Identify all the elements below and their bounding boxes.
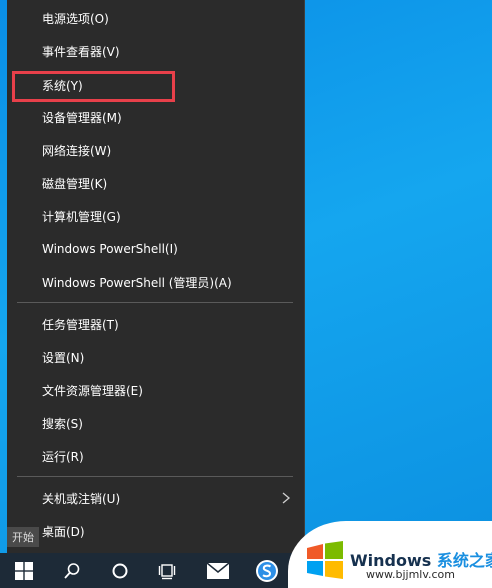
menu-item-label: 关机或注销(U) (42, 491, 121, 506)
menu-item-powershell[interactable]: Windows PowerShell(I) (17, 233, 297, 265)
menu-item-power-options[interactable]: 电源选项(O) (17, 2, 297, 34)
watermark-url: www.bjjmlv.com (366, 568, 455, 581)
menu-item-task-manager[interactable]: 任务管理器(T) (17, 308, 297, 340)
menu-item-label: 磁盘管理(K) (42, 176, 108, 191)
menu-item-label: 文件资源管理器(E) (42, 383, 143, 398)
taskbar-browser-button[interactable] (243, 553, 291, 588)
menu-item-label: 电源选项(O) (42, 11, 109, 26)
taskbar-cortana-button[interactable] (96, 553, 144, 588)
menu-item-label: 运行(R) (42, 449, 84, 464)
menu-item-computer-management[interactable]: 计算机管理(G) (17, 200, 297, 232)
sogou-browser-icon (256, 559, 278, 582)
menu-separator (17, 476, 293, 477)
menu-item-label: 搜索(S) (42, 416, 83, 431)
mail-icon (207, 562, 229, 579)
menu-item-label: 桌面(D) (42, 524, 85, 539)
menu-item-label: 事件查看器(V) (42, 44, 120, 59)
chevron-right-icon (282, 492, 291, 504)
menu-item-label: Windows PowerShell(I) (42, 242, 178, 256)
menu-item-shutdown-signout[interactable]: 关机或注销(U) (17, 482, 297, 514)
taskbar-search-button[interactable] (48, 553, 96, 588)
menu-item-label: 网络连接(W) (42, 143, 112, 158)
menu-item-device-manager[interactable]: 设备管理器(M) (17, 101, 297, 133)
menu-item-desktop[interactable]: 桌面(D) (17, 515, 297, 547)
cortana-icon (112, 563, 128, 578)
windows-logo-icon (307, 541, 343, 579)
windows-start-icon (15, 561, 33, 580)
start-button[interactable] (0, 553, 48, 588)
site-watermark: Windows 系统之家 www.bjjmlv.com (288, 521, 492, 588)
menu-item-label: 任务管理器(T) (42, 317, 119, 332)
menu-item-label: Windows PowerShell (管理员)(A) (42, 275, 232, 290)
search-icon (64, 562, 80, 579)
highlight-box (12, 71, 175, 102)
menu-item-powershell-admin[interactable]: Windows PowerShell (管理员)(A) (17, 266, 297, 298)
menu-item-settings[interactable]: 设置(N) (17, 341, 297, 373)
task-view-icon (158, 563, 176, 579)
menu-item-network-connections[interactable]: 网络连接(W) (17, 134, 297, 166)
menu-item-event-viewer[interactable]: 事件查看器(V) (17, 35, 297, 67)
menu-separator (17, 302, 293, 303)
menu-item-run[interactable]: 运行(R) (17, 440, 297, 472)
menu-item-label: 设备管理器(M) (42, 110, 122, 125)
taskbar-mail-button[interactable] (194, 553, 242, 588)
menu-item-search[interactable]: 搜索(S) (17, 407, 297, 439)
taskbar-task-view-button[interactable] (144, 553, 192, 588)
start-tooltip: 开始 (7, 527, 39, 547)
menu-item-disk-management[interactable]: 磁盘管理(K) (17, 167, 297, 199)
menu-item-label: 设置(N) (42, 350, 85, 365)
menu-item-file-explorer[interactable]: 文件资源管理器(E) (17, 374, 297, 406)
menu-item-label: 计算机管理(G) (42, 209, 121, 224)
